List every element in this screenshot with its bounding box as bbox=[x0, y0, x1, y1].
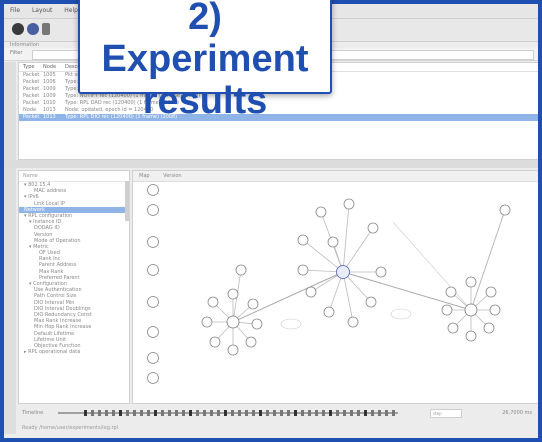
menu-file[interactable]: File bbox=[10, 7, 20, 14]
timeline-bar: Timeline step 26,7000 ms bbox=[18, 406, 538, 420]
status-bar: Ready /home/user/experiments/log.rpl bbox=[18, 422, 538, 434]
play-icon[interactable] bbox=[27, 23, 39, 35]
settings-icon[interactable] bbox=[42, 23, 50, 35]
tree-header: Name bbox=[19, 171, 129, 182]
tab-map[interactable]: Map bbox=[139, 173, 150, 179]
event-type: Packet bbox=[23, 93, 40, 99]
event-node: 1009 bbox=[43, 93, 56, 99]
filter-label: Filter bbox=[10, 50, 23, 56]
tree-item[interactable]: ▸ RPL operational data bbox=[19, 349, 129, 355]
event-node: 1009 bbox=[43, 86, 56, 92]
event-type: Node bbox=[23, 107, 37, 113]
banner-line-2: results bbox=[142, 80, 268, 122]
event-node: 1005 bbox=[43, 72, 56, 78]
tree-scrollbar[interactable] bbox=[125, 181, 129, 221]
event-type: Packet bbox=[23, 79, 40, 85]
network-graph-pane: Map Version bbox=[132, 170, 538, 404]
network-graph[interactable] bbox=[133, 182, 537, 402]
tab-version[interactable]: Version bbox=[163, 173, 181, 179]
event-node: 1013 bbox=[43, 107, 56, 113]
menu-help[interactable]: Help bbox=[64, 7, 78, 14]
col-type[interactable]: Type bbox=[23, 64, 34, 70]
record-icon[interactable] bbox=[12, 23, 24, 35]
time-readout: 26,7000 ms bbox=[502, 410, 532, 416]
event-type: Packet bbox=[23, 86, 40, 92]
event-type: Packet bbox=[23, 100, 40, 106]
headline-banner: 2) Experiment results bbox=[78, 0, 332, 122]
side-strip bbox=[4, 62, 16, 434]
col-node[interactable]: Node bbox=[43, 64, 56, 70]
property-tree: Name ▾ 802.15.4 MAC address ▾ IPv6 Link Loc… bbox=[18, 170, 130, 404]
timeline-track[interactable] bbox=[58, 406, 398, 420]
event-type: Packet bbox=[23, 114, 40, 120]
event-node: 1006 bbox=[43, 79, 56, 85]
status-text: Ready /home/user/experiments/log.rpl bbox=[22, 425, 119, 431]
banner-line-1: 2) Experiment bbox=[101, 0, 309, 80]
timeline-label: Timeline bbox=[22, 410, 44, 416]
step-field[interactable]: step bbox=[430, 409, 462, 418]
event-type: Packet bbox=[23, 72, 40, 78]
event-node: 1010 bbox=[43, 100, 56, 106]
event-node: 1013 bbox=[43, 114, 56, 120]
graph-tabs: Map Version bbox=[133, 171, 538, 182]
splitter[interactable] bbox=[4, 160, 538, 168]
menu-layout[interactable]: Layout bbox=[32, 7, 52, 14]
